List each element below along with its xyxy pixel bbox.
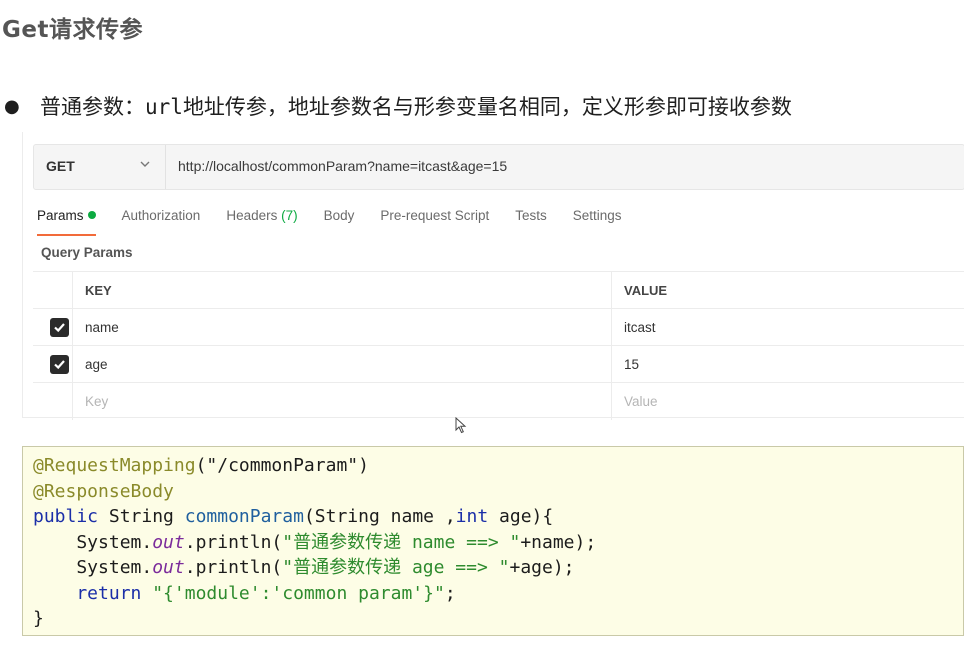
- postman-panel: GET http://localhost/commonParam?name=it…: [22, 132, 964, 420]
- bullet-url-word: url: [145, 95, 183, 119]
- bullet-text: ● 普通参数：url地址传参，地址参数名与形参变量名相同，定义形参即可接收参数: [4, 91, 964, 121]
- chevron-down-icon: [140, 161, 150, 167]
- tab-pre-request-script[interactable]: Pre-request Script: [380, 208, 489, 236]
- table-header: KEY VALUE: [33, 272, 964, 309]
- row-checkbox[interactable]: [50, 318, 69, 337]
- request-bar: GET http://localhost/commonParam?name=it…: [33, 144, 964, 190]
- page: Get请求传参 ● 普通参数：url地址传参，地址参数名与形参变量名相同，定义形参…: [0, 0, 964, 665]
- key-header: KEY: [85, 283, 112, 298]
- tab-authorization[interactable]: Authorization: [122, 208, 201, 236]
- row-checkbox[interactable]: [50, 355, 69, 374]
- table-row: age 15: [33, 346, 964, 383]
- tab-tests[interactable]: Tests: [515, 208, 547, 236]
- method-label: GET: [46, 158, 75, 174]
- tab-params[interactable]: Params: [37, 208, 96, 236]
- param-value: 15: [624, 357, 640, 372]
- new-key-input[interactable]: Key: [74, 383, 612, 420]
- bullet-icon: ●: [4, 96, 20, 117]
- param-key: name: [85, 320, 119, 335]
- active-dot-icon: [87, 211, 96, 219]
- page-title: Get请求传参: [2, 17, 143, 43]
- bullet-rest: 地址传参，地址参数名与形参变量名相同，定义形参即可接收参数: [182, 95, 792, 119]
- method-select[interactable]: GET: [34, 145, 166, 189]
- request-tabs: Params Authorization Headers (7) Body Pr…: [37, 208, 648, 236]
- table-row: name itcast: [33, 309, 964, 346]
- new-value-input[interactable]: Value: [613, 383, 964, 420]
- check-icon: [54, 360, 65, 370]
- param-value: itcast: [624, 320, 656, 335]
- code-block: @RequestMapping("/commonParam") @Response…: [22, 446, 964, 636]
- tab-settings[interactable]: Settings: [573, 208, 622, 236]
- tab-body[interactable]: Body: [324, 208, 355, 236]
- tab-headers[interactable]: Headers (7): [226, 208, 297, 236]
- headers-count: (7): [281, 208, 298, 223]
- param-key: age: [85, 357, 108, 372]
- value-header: VALUE: [624, 283, 668, 298]
- table-row-new: Key Value: [33, 383, 964, 420]
- params-table: KEY VALUE name itcast age 15 Key Value: [33, 271, 964, 420]
- query-params-label: Query Params: [41, 245, 133, 260]
- url-input[interactable]: http://localhost/commonParam?name=itcast…: [178, 158, 507, 174]
- mouse-cursor-icon: [455, 417, 467, 434]
- bullet-prefix: 普通参数：: [40, 95, 145, 119]
- check-icon: [54, 323, 65, 333]
